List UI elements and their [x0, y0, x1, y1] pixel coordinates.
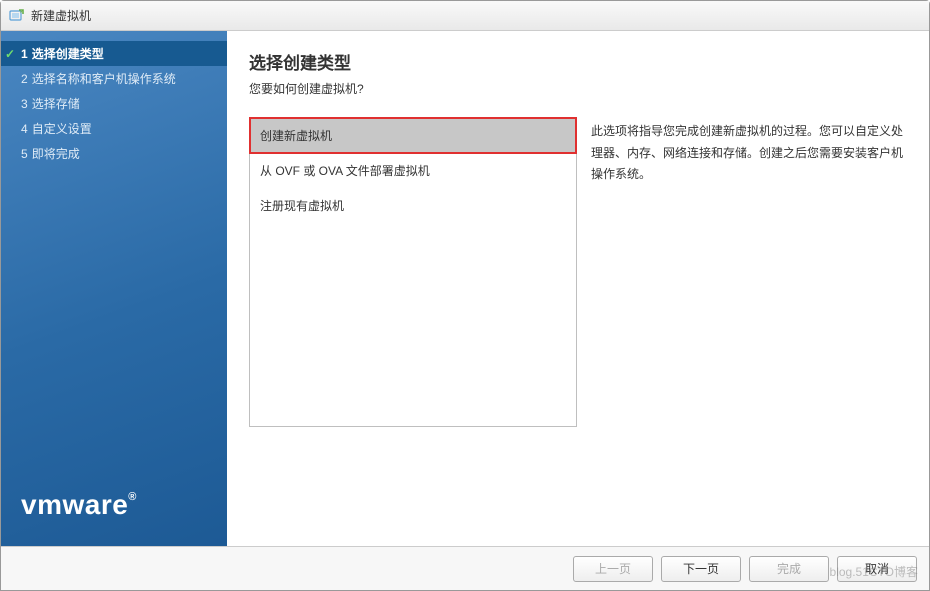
wizard-content: 选择创建类型 您要如何创建虚拟机? 创建新虚拟机 从 OVF 或 OVA 文件部… [227, 31, 929, 546]
creation-type-row: 创建新虚拟机 从 OVF 或 OVA 文件部署虚拟机 注册现有虚拟机 此选项将指… [249, 117, 905, 536]
step-label: 选择创建类型 [32, 45, 104, 62]
titlebar: 新建虚拟机 [1, 1, 929, 31]
step-num: 4 [21, 122, 28, 136]
button-bar: 上一页 下一页 完成 取消 [1, 546, 929, 590]
step-num: 5 [21, 147, 28, 161]
wizard-steps: ✓ 1 选择创建类型 2 选择名称和客户机操作系统 3 选择存储 4 自定义设置 [1, 41, 227, 166]
back-button[interactable]: 上一页 [573, 556, 653, 582]
vm-icon [9, 8, 25, 24]
option-deploy-from-ovf-ova[interactable]: 从 OVF 或 OVA 文件部署虚拟机 [250, 153, 576, 188]
cancel-button[interactable]: 取消 [837, 556, 917, 582]
step-ready-to-complete[interactable]: 5 即将完成 [1, 141, 227, 166]
step-name-and-guest-os[interactable]: 2 选择名称和客户机操作系统 [1, 66, 227, 91]
page-subtitle: 您要如何创建虚拟机? [249, 80, 905, 97]
window-title: 新建虚拟机 [31, 7, 91, 24]
step-label: 选择名称和客户机操作系统 [32, 70, 176, 87]
option-description: 此选项将指导您完成创建新虚拟机的过程。您可以自定义处理器、内存、网络连接和存储。… [591, 117, 905, 536]
option-register-existing-vm[interactable]: 注册现有虚拟机 [250, 188, 576, 223]
main-area: ✓ 1 选择创建类型 2 选择名称和客户机操作系统 3 选择存储 4 自定义设置 [1, 31, 929, 546]
creation-type-list: 创建新虚拟机 从 OVF 或 OVA 文件部署虚拟机 注册现有虚拟机 [249, 117, 577, 427]
next-button[interactable]: 下一页 [661, 556, 741, 582]
wizard-sidebar: ✓ 1 选择创建类型 2 选择名称和客户机操作系统 3 选择存储 4 自定义设置 [1, 31, 227, 546]
finish-button[interactable]: 完成 [749, 556, 829, 582]
new-vm-wizard-dialog: 新建虚拟机 ✓ 1 选择创建类型 2 选择名称和客户机操作系统 3 选择存储 [0, 0, 930, 591]
step-num: 3 [21, 97, 28, 111]
vmware-logo: vmware® [1, 489, 227, 546]
step-num: 2 [21, 72, 28, 86]
step-customize-settings[interactable]: 4 自定义设置 [1, 116, 227, 141]
option-create-new-vm[interactable]: 创建新虚拟机 [250, 118, 576, 153]
step-select-creation-type[interactable]: ✓ 1 选择创建类型 [1, 41, 227, 66]
page-title: 选择创建类型 [249, 49, 905, 74]
check-icon: ✓ [5, 47, 15, 61]
step-select-storage[interactable]: 3 选择存储 [1, 91, 227, 116]
step-label: 选择存储 [32, 95, 80, 112]
step-label: 自定义设置 [32, 120, 92, 137]
step-label: 即将完成 [32, 145, 80, 162]
step-num: 1 [21, 47, 28, 61]
